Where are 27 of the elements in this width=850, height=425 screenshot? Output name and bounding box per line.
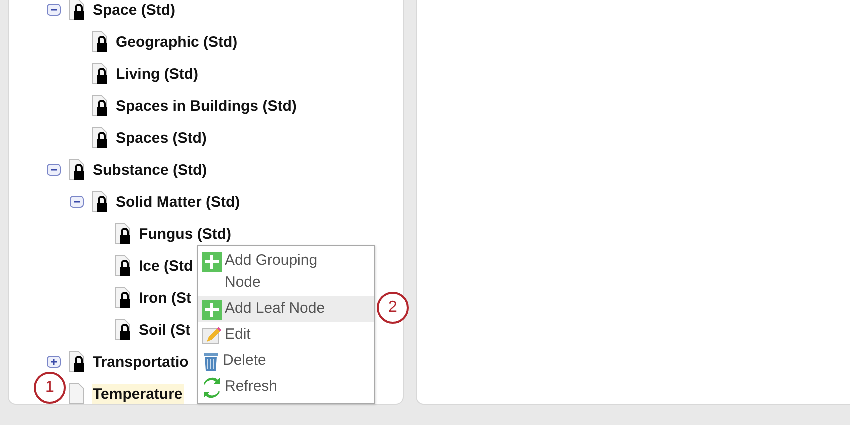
plus-icon	[202, 252, 222, 272]
menu-item[interactable]: Delete	[198, 348, 374, 374]
tree-item[interactable]: Temperature	[92, 384, 184, 404]
plus-icon	[202, 300, 222, 320]
menu-item[interactable]: Edit	[198, 322, 374, 348]
menu-item[interactable]: Add Grouping Node	[198, 248, 374, 296]
refresh-icon	[202, 377, 222, 399]
pencil-icon	[202, 326, 222, 346]
expand-toggle[interactable]	[47, 356, 61, 368]
menu-item[interactable]: Refresh	[198, 374, 374, 401]
collapse-toggle[interactable]	[47, 4, 61, 16]
tree-item[interactable]: Iron (St	[138, 288, 192, 308]
tree-item[interactable]: Spaces (Std)	[115, 128, 208, 148]
tree-item[interactable]: Living (Std)	[115, 64, 200, 84]
collapse-toggle[interactable]	[70, 196, 84, 208]
tree-item[interactable]: Ice (Std	[138, 256, 194, 276]
collapse-toggle[interactable]	[47, 164, 61, 176]
tree-item[interactable]: Geographic (Std)	[115, 32, 239, 52]
tree-item[interactable]: Soil (St	[138, 320, 192, 340]
tree-item[interactable]: Spaces in Buildings (Std)	[115, 96, 298, 116]
tree-item[interactable]: Transportatio	[92, 352, 190, 372]
menu-item[interactable]: Add Leaf Node	[198, 296, 374, 322]
tree-item[interactable]: Space (Std)	[92, 0, 177, 20]
tree-item[interactable]: Fungus (Std)	[138, 224, 232, 244]
tree-item[interactable]: Solid Matter (Std)	[115, 192, 242, 212]
tree-item[interactable]: Substance (Std)	[92, 160, 208, 180]
trash-icon	[202, 352, 220, 372]
